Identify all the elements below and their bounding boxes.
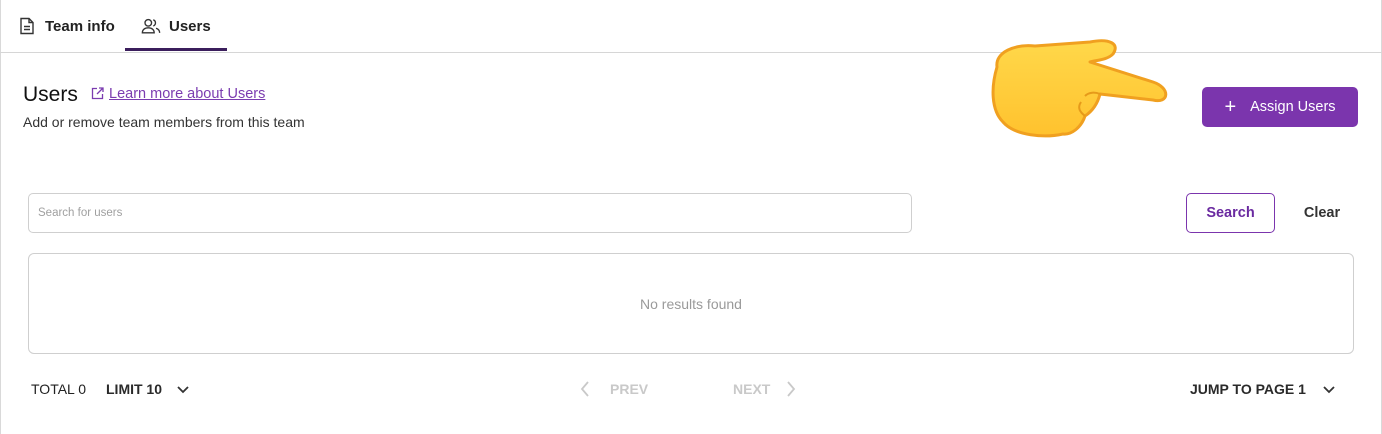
learn-more-label: Learn more about Users [109, 86, 266, 102]
search-input[interactable] [28, 193, 912, 233]
page-title: Users [23, 83, 78, 106]
chevron-right-icon [786, 381, 800, 397]
limit-label: LIMIT 10 [106, 381, 163, 397]
tab-users[interactable]: Users [141, 0, 211, 52]
total-label: TOTAL [31, 381, 75, 397]
limit-dropdown[interactable]: LIMIT 10 [106, 381, 190, 397]
search-button[interactable]: Search [1186, 193, 1275, 233]
page-subtitle: Add or remove team members from this tea… [23, 114, 305, 130]
plus-icon: + [1224, 96, 1237, 118]
learn-more-link[interactable]: Learn more about Users [91, 86, 265, 102]
tab-team-info[interactable]: Team info [17, 0, 115, 52]
users-icon [141, 16, 161, 36]
jump-to-page-dropdown[interactable]: JUMP TO PAGE 1 [1190, 381, 1336, 397]
external-link-icon [91, 87, 105, 101]
chevron-left-icon [580, 381, 594, 397]
next-label: NEXT [733, 381, 771, 397]
active-tab-indicator [125, 48, 227, 51]
prev-label: PREV [610, 381, 649, 397]
assign-users-button[interactable]: + Assign Users [1202, 87, 1358, 127]
next-page-button[interactable]: NEXT [733, 381, 800, 397]
clear-button[interactable]: Clear [1292, 193, 1352, 233]
empty-results-message: No results found [640, 295, 742, 312]
tab-team-info-label: Team info [45, 17, 115, 35]
prev-page-button[interactable]: PREV [580, 381, 648, 397]
document-icon [17, 16, 37, 36]
total-count: TOTAL 0 [31, 381, 86, 397]
jump-label: JUMP TO PAGE 1 [1190, 381, 1306, 397]
tab-users-label: Users [169, 17, 211, 35]
chevron-down-icon [1322, 382, 1336, 396]
total-value: 0 [78, 381, 86, 397]
chevron-down-icon [176, 382, 190, 396]
assign-users-label: Assign Users [1250, 99, 1336, 115]
pointing-hand-icon [985, 32, 1175, 147]
results-panel: No results found [28, 253, 1354, 354]
